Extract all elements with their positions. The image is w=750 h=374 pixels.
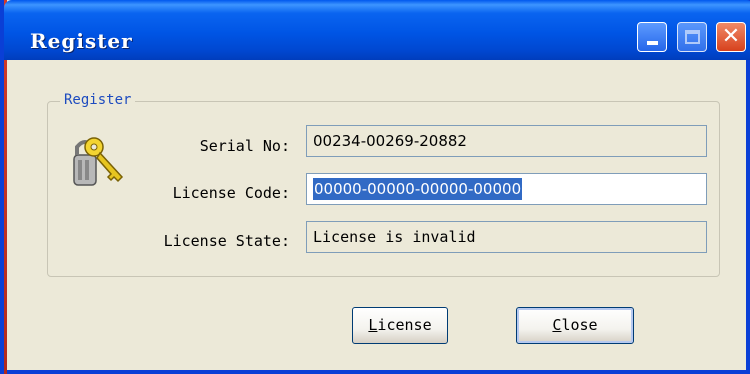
close-button-label: lose	[561, 316, 598, 334]
register-window: Register ✕ Register Serial No: 00234-002…	[0, 0, 750, 374]
maximize-button[interactable]	[677, 22, 707, 52]
license-code-label: License Code:	[172, 184, 290, 202]
license-button[interactable]: License	[352, 307, 448, 344]
title-bar[interactable]: Register ✕	[4, 0, 750, 60]
license-code-selected-text[interactable]: 00000-00000-00000-00000	[313, 178, 523, 200]
minimize-button[interactable]	[637, 22, 667, 52]
serial-number-label: Serial No:	[199, 137, 290, 155]
window-title: Register	[30, 29, 133, 53]
close-button[interactable]: Close	[516, 307, 634, 344]
license-state-field: License is invalid	[306, 221, 707, 253]
minimize-icon	[647, 41, 658, 45]
license-button-label: icense	[377, 316, 432, 334]
close-icon: ✕	[721, 24, 741, 49]
close-window-button[interactable]: ✕	[716, 22, 746, 52]
license-code-input[interactable]: 00000-00000-00000-00000	[306, 173, 707, 205]
maximize-icon	[685, 30, 700, 44]
license-state-label: License State:	[163, 232, 290, 250]
serial-number-field: 00234-00269-20882	[306, 125, 707, 157]
groupbox-legend: Register	[60, 92, 136, 108]
